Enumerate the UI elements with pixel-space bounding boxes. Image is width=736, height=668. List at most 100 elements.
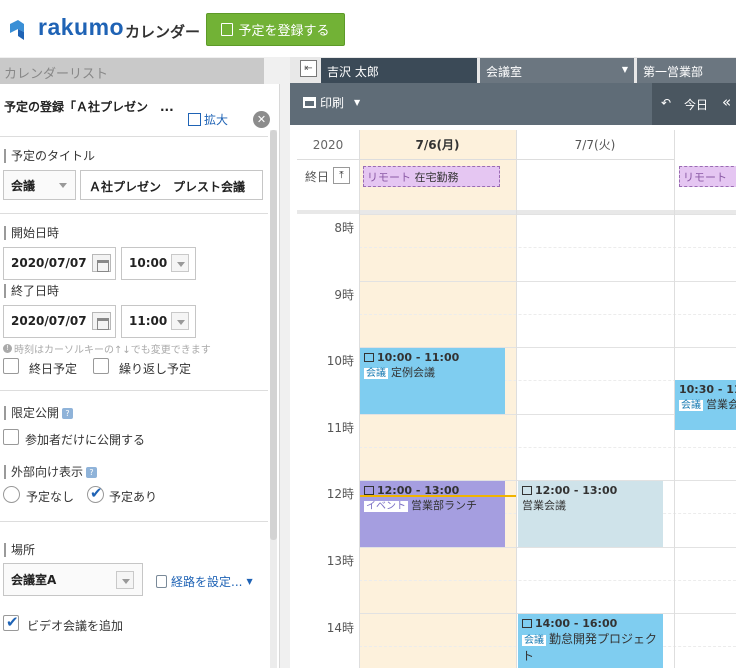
dept-select[interactable]: 第一営業部 <box>637 58 736 83</box>
expand-icon <box>188 113 201 126</box>
chevron-down-icon <box>54 176 72 194</box>
today-button[interactable]: 今日 <box>684 96 708 113</box>
grid-line <box>359 580 736 581</box>
event-block[interactable]: 12:00 - 13:00 営業会議 <box>518 481 663 547</box>
hour-label: 14時 <box>326 621 354 635</box>
event-tag: 会議 <box>522 635 546 646</box>
limited-checkbox[interactable] <box>3 429 19 445</box>
divider <box>0 213 268 214</box>
print-button[interactable]: 印刷 ▼ <box>303 94 360 111</box>
hour-label: 9時 <box>334 288 354 302</box>
all-day-label: 終日予定 <box>29 362 78 376</box>
calendar-list-header[interactable]: カレンダーリスト <box>0 58 264 84</box>
logo-text: rakumo <box>38 14 125 40</box>
prev-icon[interactable]: « <box>722 93 731 111</box>
divider <box>0 136 268 137</box>
route-link-label: 経路を設定... <box>171 575 243 589</box>
help-icon[interactable]: ? <box>62 408 73 419</box>
calendar-icon <box>522 619 532 628</box>
event-tag: イベント <box>364 501 408 512</box>
time-hint-text: 時刻はカーソルキーの↑↓でも変更できます <box>14 345 211 356</box>
event-time: 10:30 - 11: <box>679 383 736 396</box>
event-title-label: 予定のタイトル <box>4 149 95 163</box>
hour-label: 13時 <box>326 554 354 568</box>
help-icon[interactable]: ? <box>86 467 97 478</box>
repeat-checkbox[interactable] <box>93 358 109 374</box>
event-title: 定例会議 <box>391 366 435 379</box>
event-block[interactable]: 10:00 - 11:00 会議 定例会議 <box>360 348 505 414</box>
day-header-mon[interactable]: 7/6(月) <box>359 130 516 160</box>
category-value: 会議 <box>11 178 36 193</box>
collapse-icon[interactable]: ⇤ <box>300 60 317 77</box>
user-calendar-tab[interactable]: 吉沢 太郎 <box>321 58 477 83</box>
all-day-checkbox[interactable] <box>3 358 19 374</box>
grid-line <box>359 447 736 448</box>
event-title: 営業部ランチ <box>411 499 477 512</box>
calendar-icon <box>364 353 374 362</box>
video-meeting-checkbox[interactable] <box>3 613 19 631</box>
event-time: 10:00 - 11:00 <box>377 351 460 364</box>
chevron-down-icon: ▼ <box>354 98 361 107</box>
calendar-icon[interactable] <box>92 254 111 272</box>
collapse-allday-icon[interactable]: ⤒ <box>333 167 350 184</box>
current-time-line <box>360 495 516 497</box>
day-header-tue[interactable]: 7/7(火) <box>516 130 674 160</box>
place-value: 会議室A <box>11 573 57 587</box>
video-meeting-label: ビデオ会議を追加 <box>27 619 124 633</box>
event-title-input[interactable]: Ａ社プレゼン プレスト会議 <box>80 170 263 200</box>
hour-label: 12時 <box>326 487 354 501</box>
hour-label: 11時 <box>326 421 354 435</box>
repeat-label: 繰り返し予定 <box>119 362 192 376</box>
grid-line <box>359 247 736 248</box>
train-icon <box>156 575 167 588</box>
end-time-value: 11:00 <box>129 314 168 328</box>
hour-label: 10時 <box>326 354 354 368</box>
calendar-icon[interactable] <box>92 312 111 330</box>
external-none-radio[interactable] <box>3 486 20 503</box>
start-time-dropdown[interactable] <box>168 249 192 277</box>
end-label: 終了日時 <box>4 284 59 298</box>
chevron-down-icon <box>171 312 189 330</box>
event-block[interactable]: 10:30 - 11: 会議営業会 <box>675 380 736 430</box>
place-select[interactable]: 会議室A <box>3 563 143 596</box>
grid-line <box>359 314 736 315</box>
start-date-value: 2020/07/07 <box>11 256 87 270</box>
limited-label: 限定公開 <box>4 406 59 420</box>
grid-line <box>359 214 736 215</box>
allday-event-title: 在宅勤務 <box>414 171 459 184</box>
external-busy-radio[interactable] <box>87 484 104 503</box>
chevron-down-icon <box>171 254 189 272</box>
event-block[interactable]: 12:00 - 13:00 イベント 営業部ランチ <box>360 481 505 547</box>
printer-icon <box>303 97 316 108</box>
year-label: 2020 <box>297 130 359 160</box>
register-event-button[interactable]: 予定を登録する <box>206 13 345 46</box>
allday-event[interactable]: リモート 在宅勤務 <box>363 166 500 187</box>
rakumo-logo-icon <box>10 20 24 40</box>
room-select[interactable]: 会議室 ▼ <box>480 58 634 83</box>
info-icon: ! <box>3 344 12 353</box>
chevron-down-icon: ▼ <box>246 577 253 586</box>
end-time-dropdown[interactable] <box>168 307 192 335</box>
grid-line <box>359 547 736 548</box>
event-time: 14:00 - 16:00 <box>535 617 618 630</box>
allday-event[interactable]: リモート <box>679 166 736 187</box>
expand-label: 拡大 <box>204 113 229 127</box>
allday-event-tag: リモート <box>367 171 411 184</box>
route-link[interactable]: 経路を設定... ▼ <box>156 573 253 590</box>
category-select[interactable]: 会議 <box>3 170 76 200</box>
time-hint: ! 時刻はカーソルキーの↑↓でも変更できます <box>3 341 211 356</box>
print-label: 印刷 <box>320 96 345 110</box>
event-time: 12:00 - 13:00 <box>535 484 618 497</box>
expand-link[interactable]: 拡大 <box>188 111 228 128</box>
dept-select-label: 第一営業部 <box>643 65 704 79</box>
calendar-icon <box>522 486 532 495</box>
logo-subtitle: カレンダー <box>125 23 201 41</box>
close-icon[interactable]: ✕ <box>253 111 270 128</box>
event-block[interactable]: 14:00 - 16:00 会議 勤怠開発プロジェクト <box>518 614 663 668</box>
undo-icon[interactable]: ↶ <box>661 96 671 110</box>
external-label: 外部向け表示 <box>4 465 83 479</box>
external-none-label: 予定なし <box>26 490 75 504</box>
form-scrollbar-thumb[interactable] <box>270 130 277 540</box>
calendar-icon <box>364 486 374 495</box>
allday-label: 終日 <box>305 170 330 184</box>
